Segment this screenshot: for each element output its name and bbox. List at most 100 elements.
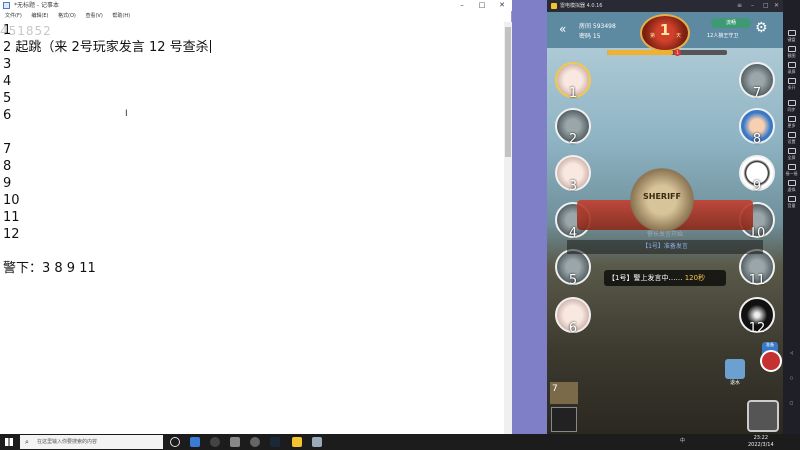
taskbar-clock[interactable]: 23:22 2022/3/14	[748, 435, 774, 449]
app-icon[interactable]	[230, 437, 240, 447]
withdraw-icon	[725, 359, 745, 379]
menu-edit[interactable]: 编辑(E)	[31, 13, 48, 19]
android-recent-icon[interactable]: □	[785, 400, 798, 405]
chat-button[interactable]	[551, 407, 577, 432]
seat-3[interactable]: 3	[555, 155, 591, 194]
tool-record[interactable]: 录屏	[785, 62, 798, 75]
day-number: 1	[659, 21, 671, 39]
emulator-window: 雷电模拟器 4.0.16 ≡ – □ ✕ « 房间 593498 密码 15 1…	[547, 0, 783, 434]
seat-9[interactable]: 9	[739, 155, 775, 194]
emulator-menu-icon[interactable]: ≡	[737, 0, 742, 12]
system-tray[interactable]: 中	[680, 437, 685, 444]
close-button[interactable]: ✕	[492, 0, 512, 11]
text-line-content: 2 起跳（来 2号玩家发言 12 号查杀	[3, 40, 209, 55]
room-password: 密码 15	[579, 33, 601, 40]
speaking-text: 【1号】警上发言中……	[608, 274, 683, 282]
taskbar-search-input[interactable]: ⌕ 在这里输入你要搜索的内容	[20, 435, 163, 449]
notepad-titlebar[interactable]: *无标题 - 记事本 – □ ✕	[0, 0, 512, 11]
emulator-toolbar: 键盘 截图 录屏 多开 同步 更多 设置 全屏 摇一摇 虚拟 音量 ◁ ○ □	[783, 0, 800, 434]
tool-settings[interactable]: 设置	[785, 132, 798, 145]
emulator-minimize-button[interactable]: –	[751, 0, 754, 12]
fullscreen-icon	[787, 148, 796, 154]
virtual-icon	[787, 180, 796, 186]
seat-5[interactable]: 5	[555, 249, 591, 288]
sync-icon	[787, 100, 796, 106]
emulator-maximize-button[interactable]: □	[763, 0, 769, 12]
back-arrow-icon[interactable]: «	[559, 22, 566, 36]
notepad-text-area[interactable]: 1 2 起跳（来 2号玩家发言 12 号查杀 3 4 5 6 7 8 9 10 …	[3, 22, 211, 277]
tool-shake[interactable]: 摇一摇	[785, 164, 798, 177]
text-line: 8	[3, 159, 12, 174]
tool-more[interactable]: 更多	[785, 116, 798, 129]
seat-7-mini[interactable]: 7	[550, 382, 578, 404]
text-line: 7	[3, 142, 12, 157]
steam-icon[interactable]	[270, 437, 280, 447]
android-home-icon[interactable]: ○	[785, 375, 798, 380]
emulator-close-button[interactable]: ✕	[774, 0, 779, 12]
text-line-current: 2 起跳（来 2号玩家发言 12 号查杀	[3, 39, 211, 56]
multi-icon	[787, 78, 796, 84]
progress-badge: 1	[674, 49, 681, 56]
clock-time: 23:22	[753, 435, 769, 441]
settings-icon	[787, 132, 796, 138]
maximize-button[interactable]: □	[472, 0, 492, 11]
keyboard-icon	[787, 30, 796, 36]
scrollbar-thumb[interactable]	[505, 27, 511, 157]
menu-help[interactable]: 帮助(H)	[112, 13, 130, 19]
screenshot-icon	[787, 46, 796, 52]
seat-1[interactable]: 1	[555, 62, 591, 101]
menu-view[interactable]: 查看(V)	[85, 13, 102, 19]
menu-format[interactable]: 格式(O)	[58, 13, 76, 19]
round-progress-fill	[607, 50, 673, 55]
taskbar: ⌕ 在这里输入你要搜索的内容 中 23:22 2022/3/14	[0, 434, 800, 450]
seat-7[interactable]: 7	[739, 62, 775, 101]
android-back-icon[interactable]: ◁	[785, 350, 798, 355]
day-prefix: 第	[650, 33, 656, 39]
task-view-icon[interactable]	[170, 437, 180, 447]
input-method-indicator: 中	[680, 438, 686, 444]
text-line: 3	[3, 57, 12, 72]
tool-virtual[interactable]: 虚拟	[785, 180, 798, 193]
app-icon[interactable]	[250, 437, 260, 447]
tool-multi[interactable]: 多开	[785, 78, 798, 91]
withdraw-button[interactable]: 退水	[722, 359, 748, 389]
app-icon[interactable]	[210, 437, 220, 447]
seat-11[interactable]: 11	[739, 249, 775, 288]
text-cursor	[209, 40, 211, 53]
vertical-scrollbar[interactable]	[504, 22, 512, 434]
ibeam-cursor-icon: I	[125, 109, 128, 119]
emulator-titlebar[interactable]: 雷电模拟器 4.0.16 ≡ – □ ✕	[547, 0, 783, 12]
text-line: 警下：3 8 9 11	[3, 261, 96, 276]
ldplayer-icon[interactable]	[292, 437, 302, 447]
seat-8[interactable]: 8	[739, 108, 775, 147]
windows-start-icon[interactable]	[5, 438, 13, 446]
tool-sync[interactable]: 同步	[785, 100, 798, 113]
emulator-title: 雷电模拟器 4.0.16	[560, 3, 603, 9]
shake-icon	[787, 164, 796, 170]
tool-screenshot[interactable]: 截图	[785, 46, 798, 59]
minimize-button[interactable]: –	[452, 0, 472, 11]
microphone-button[interactable]	[747, 400, 779, 432]
edge-icon[interactable]	[190, 437, 200, 447]
game-mode: 12人狼王守卫	[707, 33, 739, 39]
seat-12[interactable]: 12	[739, 297, 775, 336]
notepad-taskbar-icon[interactable]	[312, 437, 322, 447]
seat-6[interactable]: 6	[555, 297, 591, 336]
text-line	[3, 124, 211, 141]
record-button[interactable]	[760, 350, 782, 372]
seat-2[interactable]: 2	[555, 108, 591, 147]
notepad-title: *无标题 - 记事本	[14, 2, 59, 9]
gear-icon[interactable]: ⚙	[755, 20, 768, 36]
tool-volume[interactable]: 音量	[785, 196, 798, 209]
game-log-line-2: 【1号】准备发言	[567, 240, 763, 254]
text-line: 12	[3, 227, 20, 242]
search-icon: ⌕	[25, 438, 29, 446]
notepad-icon	[3, 2, 10, 9]
room-id: 房间 593498	[579, 23, 616, 30]
text-line: 5	[3, 91, 12, 106]
tool-fullscreen[interactable]: 全屏	[785, 148, 798, 161]
withdraw-label: 退水	[729, 380, 740, 386]
tool-keyboard[interactable]: 键盘	[785, 30, 798, 43]
menu-file[interactable]: 文件(F)	[5, 13, 22, 19]
clock-date: 2022/3/14	[748, 442, 774, 448]
